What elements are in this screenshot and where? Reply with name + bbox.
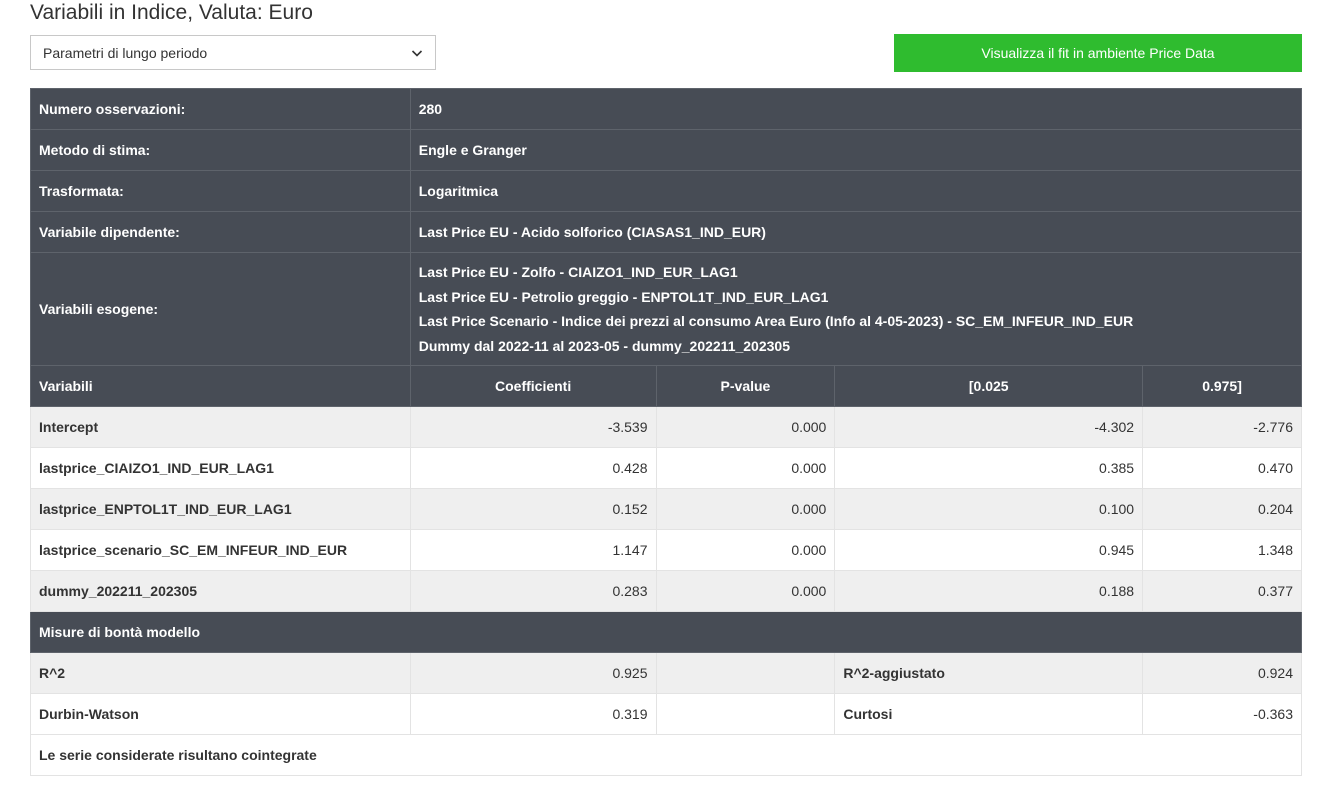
empty-cell — [655, 652, 836, 694]
column-header-ci-low: [0.025 — [834, 365, 1144, 407]
ci-low-value: 0.945 — [834, 529, 1144, 571]
coefficients-header-row: Variabili Coefficienti P-value [0.025 0.… — [30, 365, 1302, 407]
page-title: Variabili in Indice, Valuta: Euro — [30, 1, 313, 24]
coefficient-value: -3.539 — [409, 406, 657, 448]
metric-label: Durbin-Watson — [30, 693, 411, 735]
goodness-header: Misure di bontà modello — [30, 611, 1302, 653]
info-label: Numero osservazioni: — [30, 88, 411, 130]
period-select[interactable]: Parametri di lungo periodo — [30, 35, 436, 70]
info-row-method: Metodo di stima: Engle e Granger — [30, 129, 1303, 171]
info-value: Last Price EU - Acido solforico (CIASAS1… — [409, 211, 1303, 253]
goodness-header-row: Misure di bontà modello — [30, 611, 1302, 653]
cointegration-conclusion: Le serie considerate risultano cointegra… — [30, 734, 1302, 776]
exogenous-variable: Last Price Scenario - Indice dei prezzi … — [418, 313, 1134, 329]
column-header-coefficients: Coefficienti — [409, 365, 657, 407]
ci-high-value: 1.348 — [1142, 529, 1302, 571]
table-row: R^2 0.925 R^2-aggiustato 0.924 — [30, 652, 1302, 694]
metric-label: R^2 — [30, 652, 411, 694]
metric-label: R^2-aggiustato — [834, 652, 1144, 694]
variable-name: lastprice_ENPTOL1T_IND_EUR_LAG1 — [30, 488, 411, 530]
info-label: Metodo di stima: — [30, 129, 411, 171]
view-fit-button[interactable]: Visualizza il fit in ambiente Price Data — [894, 34, 1302, 72]
metric-label: Curtosi — [834, 693, 1144, 735]
ci-high-value: 0.470 — [1142, 447, 1302, 489]
exogenous-variable: Last Price EU - Petrolio greggio - ENPTO… — [418, 288, 829, 305]
ci-high-value: 0.204 — [1142, 488, 1302, 530]
info-label: Variabili esogene: — [30, 252, 411, 366]
exogenous-variable: Dummy dal 2022-11 al 2023-05 - dummy_202… — [418, 337, 790, 354]
table-row: lastprice_ENPTOL1T_IND_EUR_LAG1 0.152 0.… — [30, 488, 1302, 530]
coefficient-value: 0.428 — [409, 447, 657, 489]
metric-value: 0.925 — [409, 652, 657, 694]
column-header-ci-high: 0.975] — [1142, 365, 1302, 407]
column-header-pvalue: P-value — [655, 365, 836, 407]
chevron-down-icon — [411, 50, 423, 57]
ci-high-value: -2.776 — [1142, 406, 1302, 448]
pvalue-value: 0.000 — [655, 447, 836, 489]
exogenous-variable: Last Price EU - Zolfo - CIAIZO1_IND_EUR_… — [418, 264, 738, 280]
info-value: Engle e Granger — [409, 129, 1303, 171]
variable-name: lastprice_scenario_SC_EM_INFEUR_IND_EUR — [30, 529, 411, 571]
metric-value: -0.363 — [1142, 693, 1302, 735]
conclusion-row: Le serie considerate risultano cointegra… — [30, 734, 1302, 776]
period-select-value: Parametri di lungo periodo — [43, 45, 208, 61]
ci-low-value: 0.385 — [834, 447, 1144, 489]
coefficient-value: 1.147 — [409, 529, 657, 571]
metric-value: 0.924 — [1142, 652, 1302, 694]
table-row: dummy_202211_202305 0.283 0.000 0.188 0.… — [30, 570, 1302, 612]
info-row-transform: Trasformata: Logaritmica — [30, 170, 1303, 212]
info-row-exogenous: Variabili esogene: Last Price EU - Zolfo… — [30, 252, 1303, 366]
column-header-variables: Variabili — [30, 365, 411, 407]
table-row: lastprice_scenario_SC_EM_INFEUR_IND_EUR … — [30, 529, 1302, 571]
table-row: Intercept -3.539 0.000 -4.302 -2.776 — [30, 406, 1302, 448]
info-value: Logaritmica — [409, 170, 1303, 212]
pvalue-value: 0.000 — [655, 488, 836, 530]
info-label: Variabile dipendente: — [30, 211, 411, 253]
table-row: Durbin-Watson 0.319 Curtosi -0.363 — [30, 693, 1302, 735]
coefficient-value: 0.283 — [409, 570, 657, 612]
variable-name: Intercept — [30, 406, 411, 448]
model-results-table: Numero osservazioni: 280 Metodo di stima… — [30, 88, 1303, 776]
pvalue-value: 0.000 — [655, 570, 836, 612]
pvalue-value: 0.000 — [655, 529, 836, 571]
variable-name: lastprice_CIAIZO1_IND_EUR_LAG1 — [30, 447, 411, 489]
variable-name: dummy_202211_202305 — [30, 570, 411, 612]
pvalue-value: 0.000 — [655, 406, 836, 448]
metric-value: 0.319 — [409, 693, 657, 735]
info-value: 280 — [409, 88, 1303, 130]
info-label: Trasformata: — [30, 170, 411, 212]
coefficient-value: 0.152 — [409, 488, 657, 530]
info-row-observations: Numero osservazioni: 280 — [30, 88, 1303, 130]
ci-high-value: 0.377 — [1142, 570, 1302, 612]
info-row-dependent: Variabile dipendente: Last Price EU - Ac… — [30, 211, 1303, 253]
info-value: Last Price EU - Zolfo - CIAIZO1_IND_EUR_… — [409, 252, 1303, 366]
ci-low-value: -4.302 — [834, 406, 1144, 448]
ci-low-value: 0.188 — [834, 570, 1144, 612]
empty-cell — [655, 693, 836, 735]
table-row: lastprice_CIAIZO1_IND_EUR_LAG1 0.428 0.0… — [30, 447, 1302, 489]
ci-low-value: 0.100 — [834, 488, 1144, 530]
